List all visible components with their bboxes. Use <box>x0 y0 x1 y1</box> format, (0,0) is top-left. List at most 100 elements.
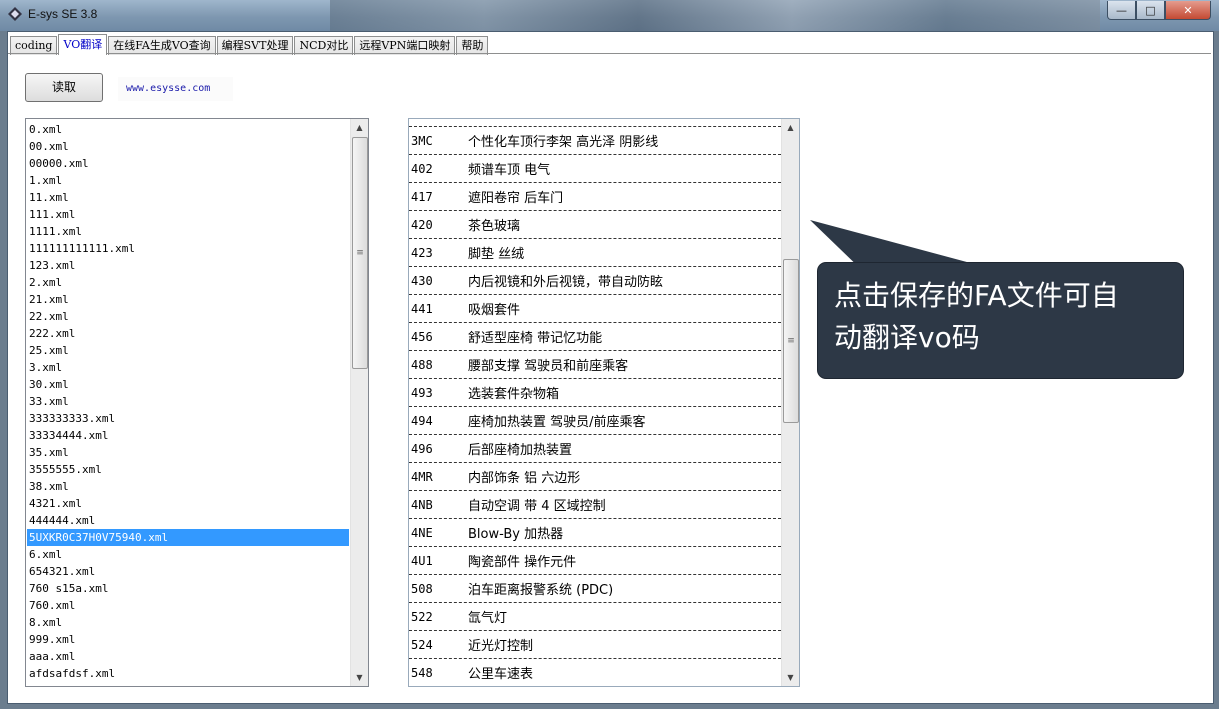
vo-row[interactable]: 4U1 陶瓷部件 操作元件 <box>409 546 781 574</box>
vo-code: 548 <box>411 665 433 680</box>
vo-row[interactable]: 496 后部座椅加热装置 <box>409 434 781 462</box>
file-list-item[interactable]: 25.xml <box>27 342 349 359</box>
minimize-button[interactable]: — <box>1107 1 1136 20</box>
file-list-item[interactable]: 1111.xml <box>27 223 349 240</box>
vo-row[interactable]: 423 脚垫 丝绒 <box>409 238 781 266</box>
scroll-up-icon[interactable]: ▲ <box>782 119 799 136</box>
file-list-item[interactable]: 8.xml <box>27 614 349 631</box>
file-list-item[interactable]: 111111111111.xml <box>27 240 349 257</box>
file-list-item[interactable]: 760 s15a.xml <box>27 580 349 597</box>
vo-row[interactable]: 420 茶色玻璃 <box>409 210 781 238</box>
callout-line-1: 点击保存的FA文件可自 <box>834 279 1119 312</box>
file-list-item[interactable]: 00.xml <box>27 138 349 155</box>
vo-row[interactable]: 441 吸烟套件 <box>409 294 781 322</box>
vo-row[interactable]: 402 频谱车顶 电气 <box>409 154 781 182</box>
vo-description: Blow-By 加热器 <box>468 527 564 542</box>
vo-row[interactable]: 4NB 自动空调 带 4 区域控制 <box>409 490 781 518</box>
vo-row[interactable]: 430 内后视镜和外后视镜，带自动防眩 <box>409 266 781 294</box>
scroll-up-icon[interactable]: ▲ <box>351 119 368 136</box>
file-list-item[interactable]: afdsafdsf.xml <box>27 665 349 682</box>
tab-bar: coding VO翻译 在线FA生成VO查询 编程SVT处理 NCD对比 远程V… <box>10 34 489 55</box>
read-button[interactable]: 读取 <box>25 73 103 102</box>
vo-row[interactable]: 488 腰部支撑 驾驶员和前座乘客 <box>409 350 781 378</box>
file-list-item[interactable]: 3555555.xml <box>27 461 349 478</box>
vo-code: 417 <box>411 189 433 204</box>
background-windows-strip <box>330 0 1100 31</box>
file-list-item[interactable]: 3.xml <box>27 359 349 376</box>
vo-list-scroll-thumb[interactable]: ≡ <box>783 259 799 423</box>
file-list[interactable]: 0.xml 00.xml 00000.xml 1.xml 11.xml 111.xml 11… <box>25 118 369 687</box>
vo-code: 4U1 <box>411 553 433 568</box>
vo-code: 488 <box>411 357 433 372</box>
file-list-item[interactable]: 22.xml <box>27 308 349 325</box>
scroll-down-icon[interactable]: ▼ <box>782 669 799 686</box>
file-list-item[interactable]: 2.xml <box>27 274 349 291</box>
file-list-item[interactable]: 00000.xml <box>27 155 349 172</box>
file-list-item[interactable]: 38.xml <box>27 478 349 495</box>
vo-row[interactable]: 548 公里车速表 <box>409 658 781 686</box>
vo-row[interactable]: 522 氙气灯 <box>409 602 781 630</box>
file-list-item[interactable]: 33.xml <box>27 393 349 410</box>
vo-list[interactable]: 3MC 个性化车顶行李架 高光泽 阴影线 402 频谱车顶 电气 417 遮阳卷帘 后车门… <box>408 118 800 687</box>
file-list-item[interactable]: 123.xml <box>27 257 349 274</box>
file-list-item[interactable]: 5UXKR0C37H0V75940.xml <box>27 529 349 546</box>
file-list-items: 0.xml 00.xml 00000.xml 1.xml 11.xml 111.xml 11… <box>27 121 349 682</box>
vo-row[interactable]: 524 近光灯控制 <box>409 630 781 658</box>
tab-vo-translate[interactable]: VO翻译 <box>58 34 108 55</box>
vo-description: 舒适型座椅 带记忆功能 <box>468 331 603 346</box>
vo-row[interactable]: 417 遮阳卷帘 后车门 <box>409 182 781 210</box>
vo-row[interactable]: 493 选装套件杂物箱 <box>409 378 781 406</box>
tip-callout: 点击保存的FA文件可自 动翻译vo码 <box>818 263 1183 378</box>
vo-description: 氙气灯 <box>468 611 508 626</box>
vo-description: 频谱车顶 电气 <box>468 163 551 178</box>
tab-divider <box>8 53 1211 54</box>
callout-line-2: 动翻译vo码 <box>834 321 980 354</box>
vo-code: 522 <box>411 609 433 624</box>
close-button[interactable]: ✕ <box>1165 1 1211 20</box>
file-list-item[interactable]: 999.xml <box>27 631 349 648</box>
file-list-item[interactable]: 444444.xml <box>27 512 349 529</box>
file-list-item[interactable]: 1.xml <box>27 172 349 189</box>
vo-description: 座椅加热装置 驾驶员/前座乘客 <box>468 415 646 430</box>
scroll-down-icon[interactable]: ▼ <box>351 669 368 686</box>
vo-code: 4NB <box>411 497 433 512</box>
file-list-item[interactable]: 11.xml <box>27 189 349 206</box>
file-list-scrollbar[interactable]: ▲ ≡ ▼ <box>350 119 368 686</box>
file-list-item[interactable]: 6.xml <box>27 546 349 563</box>
file-list-item[interactable]: aaa.xml <box>27 648 349 665</box>
file-list-scroll-thumb[interactable]: ≡ <box>352 137 368 369</box>
vo-row[interactable]: 4MR 内部饰条 铝 六边形 <box>409 462 781 490</box>
file-list-item[interactable]: 333333333.xml <box>27 410 349 427</box>
vo-code: 3MC <box>411 133 433 148</box>
vo-list-scrollbar[interactable]: ▲ ≡ ▼ <box>781 119 799 686</box>
vo-row[interactable]: 508 泊车距离报警系统 (PDC) <box>409 574 781 602</box>
vo-code: 423 <box>411 245 433 260</box>
file-list-item[interactable]: 33334444.xml <box>27 427 349 444</box>
vo-description: 内部饰条 铝 六边形 <box>468 471 581 486</box>
maximize-button[interactable]: □ <box>1136 1 1165 20</box>
file-list-item[interactable]: 0.xml <box>27 121 349 138</box>
file-list-item[interactable]: 654321.xml <box>27 563 349 580</box>
file-list-item[interactable]: 222.xml <box>27 325 349 342</box>
vo-description: 脚垫 丝绒 <box>468 247 525 262</box>
vo-code: 524 <box>411 637 433 652</box>
file-list-item[interactable]: 35.xml <box>27 444 349 461</box>
vo-row[interactable]: 456 舒适型座椅 带记忆功能 <box>409 322 781 350</box>
vo-row[interactable]: 494 座椅加热装置 驾驶员/前座乘客 <box>409 406 781 434</box>
file-list-item[interactable]: 760.xml <box>27 597 349 614</box>
vo-code: 441 <box>411 301 433 316</box>
file-list-item[interactable]: 30.xml <box>27 376 349 393</box>
title-bar[interactable]: E-sys SE 3.8 — □ ✕ <box>0 0 1219 31</box>
window-controls: — □ ✕ <box>1107 1 1211 20</box>
vo-code: 4MR <box>411 469 433 484</box>
file-list-item[interactable]: 21.xml <box>27 291 349 308</box>
file-list-item[interactable]: 4321.xml <box>27 495 349 512</box>
vo-description: 茶色玻璃 <box>468 219 521 234</box>
vo-description: 泊车距离报警系统 (PDC) <box>468 583 614 598</box>
file-list-item[interactable]: 111.xml <box>27 206 349 223</box>
vo-row[interactable]: 3MC 个性化车顶行李架 高光泽 阴影线 <box>409 126 781 154</box>
vo-description: 公里车速表 <box>468 667 534 682</box>
vo-code: 496 <box>411 441 433 456</box>
vo-row[interactable]: 4NE Blow-By 加热器 <box>409 518 781 546</box>
vo-description: 遮阳卷帘 后车门 <box>468 191 564 206</box>
